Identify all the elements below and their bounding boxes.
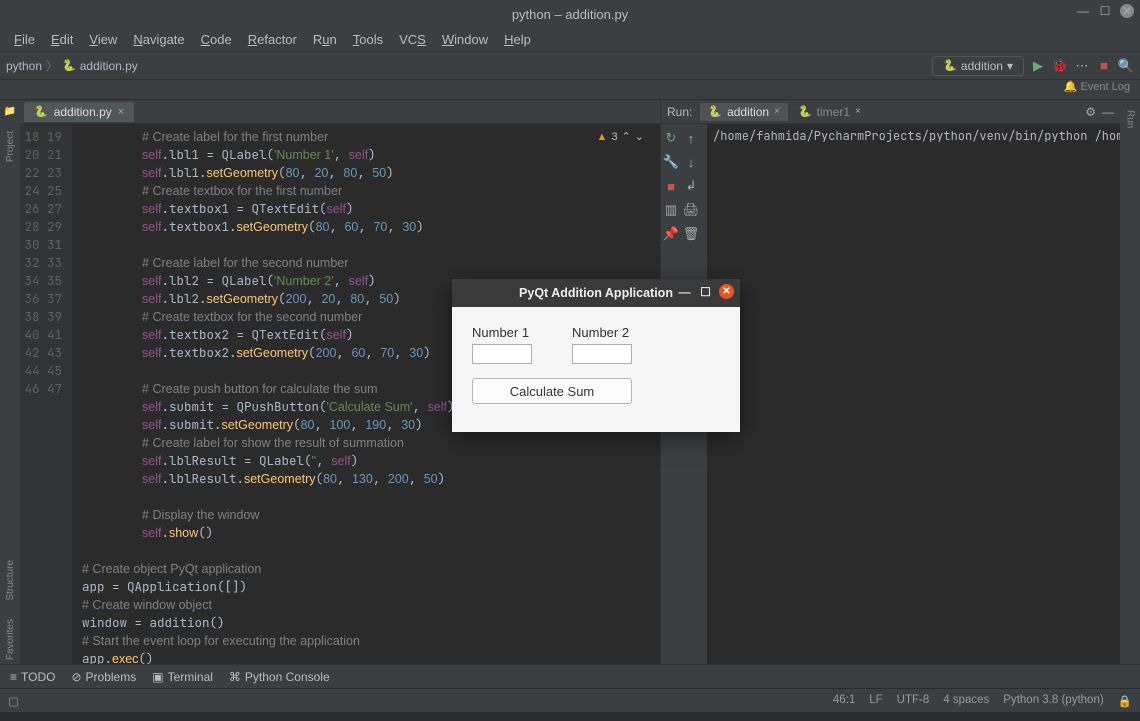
pyqt-titlebar[interactable]: PyQt Addition Application — ☐ ✕: [452, 279, 740, 307]
status-bar: ▢ 46:1 LF UTF-8 4 spaces Python 3.8 (pyt…: [0, 688, 1140, 712]
step-down-icon[interactable]: ↓: [681, 152, 701, 172]
run-tool-header: Run: 🐍 addition × 🐍 timer1 × ⚙ —: [661, 100, 1120, 124]
python-file-icon: 🐍: [798, 105, 812, 118]
problems-indicator[interactable]: ▲ 3 ⌃ ⌄: [597, 130, 644, 143]
menu-file[interactable]: File: [8, 30, 41, 49]
debug-button[interactable]: 🐞: [1052, 58, 1068, 74]
cursor-position[interactable]: 46:1: [833, 694, 855, 708]
menu-edit[interactable]: Edit: [45, 30, 79, 49]
soft-wrap-icon[interactable]: ↲: [681, 176, 701, 196]
run-tab-addition[interactable]: 🐍 addition ×: [700, 103, 788, 121]
pin-icon[interactable]: 📌: [661, 224, 681, 244]
close-tab-icon[interactable]: ×: [118, 106, 124, 118]
close-icon[interactable]: ✕: [1120, 4, 1134, 18]
rerun-icon[interactable]: ↻: [661, 128, 681, 148]
menu-help[interactable]: Help: [498, 30, 537, 49]
chevron-down-icon: ▾: [1007, 59, 1013, 73]
print-icon[interactable]: 🖨: [681, 200, 701, 220]
breadcrumb-project[interactable]: python: [6, 59, 42, 73]
minimize-icon[interactable]: —: [1076, 4, 1090, 18]
run-label: Run:: [667, 105, 692, 119]
menu-run[interactable]: Run: [307, 30, 343, 49]
python-file-icon: 🐍: [708, 105, 722, 118]
left-tool-stripe: 📁 Project Structure Favorites: [0, 100, 20, 664]
run-stripe-button[interactable]: Run: [1125, 106, 1136, 132]
right-tool-stripe: Run: [1120, 100, 1140, 664]
stop-icon[interactable]: ■: [661, 176, 681, 196]
pyqt-input-number2[interactable]: [572, 344, 632, 364]
maximize-icon[interactable]: ☐: [1098, 4, 1112, 18]
eventlog-button[interactable]: 🔔 Event Log: [0, 80, 1140, 100]
warning-icon: ▲: [597, 131, 608, 143]
pyqt-window-title: PyQt Addition Application: [519, 286, 673, 300]
stop-button[interactable]: ■: [1096, 58, 1112, 74]
interpreter[interactable]: Python 3.8 (python): [1003, 694, 1103, 708]
close-tab-icon[interactable]: ×: [774, 106, 780, 117]
pyqt-calculate-button[interactable]: Calculate Sum: [472, 378, 632, 404]
chevron-up-icon: ⌃: [622, 130, 631, 143]
menu-view[interactable]: View: [83, 30, 123, 49]
line-separator[interactable]: LF: [869, 694, 882, 708]
menu-code[interactable]: Code: [195, 30, 238, 49]
indent-setting[interactable]: 4 spaces: [943, 694, 989, 708]
gutter: 18 19 20 21 22 23 24 25 26 27 28 29 30 3…: [20, 124, 72, 664]
breadcrumb-file[interactable]: addition.py: [80, 59, 138, 73]
step-up-icon[interactable]: ↑: [681, 128, 701, 148]
run-output[interactable]: /home/fahmida/PycharmProjects/python/ven…: [707, 124, 1120, 664]
menu-tools[interactable]: Tools: [347, 30, 389, 49]
search-everywhere-icon[interactable]: 🔍: [1118, 58, 1134, 74]
trash-icon[interactable]: 🗑: [681, 224, 701, 244]
run-tab-timer1[interactable]: 🐍 timer1 ×: [790, 103, 869, 121]
window-title: python – addition.py: [512, 7, 628, 22]
problems-tool-button[interactable]: ⊘ Problems: [71, 670, 136, 684]
gear-icon[interactable]: ⚙: [1085, 105, 1096, 119]
wrench-icon[interactable]: 🔧: [661, 152, 681, 172]
pyqt-label-number2: Number 2: [572, 325, 632, 340]
breadcrumb: python 〉 🐍 addition.py: [6, 57, 138, 74]
todo-tool-button[interactable]: ≡ TODO: [10, 670, 55, 684]
pyqt-minimize-icon[interactable]: —: [677, 284, 692, 299]
pyqt-label-number1: Number 1: [472, 325, 532, 340]
pyqt-input-number1[interactable]: [472, 344, 532, 364]
project-tool-icon[interactable]: 📁: [4, 106, 16, 117]
run-config-selector[interactable]: 🐍 addition ▾: [932, 56, 1024, 76]
window-titlebar: python – addition.py — ☐ ✕: [0, 0, 1140, 28]
python-file-icon: 🐍: [943, 59, 957, 72]
pyqt-addition-window: PyQt Addition Application — ☐ ✕ Number 1…: [452, 279, 740, 432]
pyqt-close-icon[interactable]: ✕: [719, 284, 734, 299]
terminal-tool-button[interactable]: ▣ Terminal: [152, 670, 213, 684]
status-left-icon[interactable]: ▢: [8, 694, 19, 708]
run-button[interactable]: ▶: [1030, 58, 1046, 74]
main-menubar: File Edit View Navigate Code Refactor Ru…: [0, 28, 1140, 52]
menu-refactor[interactable]: Refactor: [242, 30, 303, 49]
favorites-tool-button[interactable]: Favorites: [5, 615, 16, 664]
menu-window[interactable]: Window: [436, 30, 494, 49]
layout-icon[interactable]: ▥: [661, 200, 681, 220]
tool-buttons-bar: ≡ TODO ⊘ Problems ▣ Terminal ⌘ Python Co…: [0, 664, 1140, 688]
python-file-icon: 🐍: [62, 59, 76, 72]
project-tool-button[interactable]: Project: [5, 127, 16, 166]
python-file-icon: 🐍: [34, 105, 48, 118]
menu-navigate[interactable]: Navigate: [127, 30, 190, 49]
structure-tool-button[interactable]: Structure: [5, 556, 16, 605]
editor-tabs: 🐍 addition.py ×: [20, 100, 660, 124]
pyqt-maximize-icon[interactable]: ☐: [698, 284, 713, 299]
lock-icon[interactable]: 🔒: [1118, 694, 1132, 708]
menu-vcs[interactable]: VCS: [393, 30, 432, 49]
run-more-icon[interactable]: ⋯: [1074, 58, 1090, 74]
editor-tab-addition[interactable]: 🐍 addition.py ×: [24, 102, 134, 122]
encoding[interactable]: UTF-8: [897, 694, 930, 708]
breadcrumb-separator: 〉: [46, 57, 58, 74]
python-console-tool-button[interactable]: ⌘ Python Console: [229, 670, 330, 684]
chevron-down-icon: ⌄: [635, 130, 644, 143]
navigation-bar: python 〉 🐍 addition.py 🐍 addition ▾ ▶ 🐞 …: [0, 52, 1140, 80]
close-tab-icon[interactable]: ×: [855, 106, 861, 117]
minimize-tool-icon[interactable]: —: [1102, 105, 1114, 119]
